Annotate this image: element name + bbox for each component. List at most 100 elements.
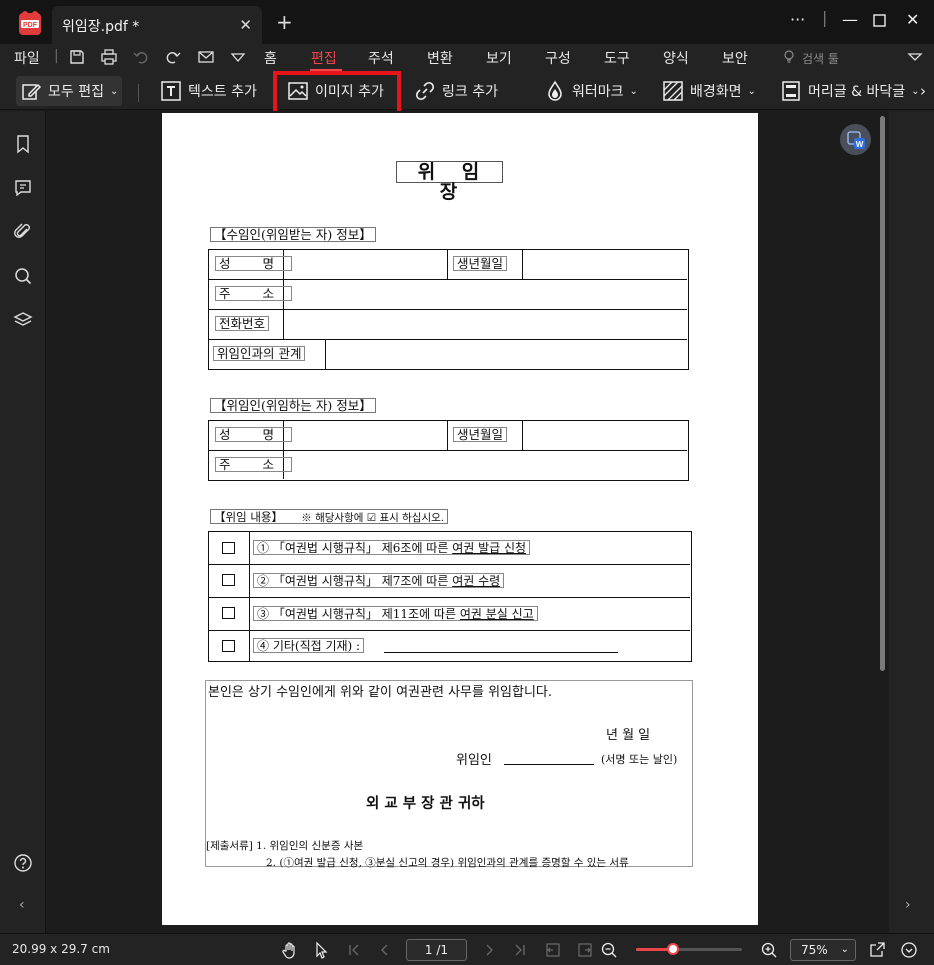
menu-edit[interactable]: 편집 <box>311 48 337 68</box>
menu-organize[interactable]: 구성 <box>545 48 571 68</box>
first-page-icon[interactable] <box>345 941 363 959</box>
document-title: 위 임 장 <box>396 161 503 202</box>
watermark-chevron-icon: ⌄ <box>629 85 638 97</box>
menu-tools[interactable]: 도구 <box>604 48 630 68</box>
convert-to-word-icon[interactable]: W <box>840 124 871 155</box>
minimize-button[interactable]: — <box>842 10 858 29</box>
edit-toolbar: 모두 편집 ⌄ 텍스트 추가 이미지 추가 링크 추가 워터마크 ⌄ 배경화면 ⌄ 머… <box>0 72 934 110</box>
open-external-icon[interactable] <box>868 941 886 959</box>
next-view-icon[interactable] <box>576 941 594 959</box>
agent-name-label: 성 명 <box>215 256 292 271</box>
menu-file[interactable]: 파일 <box>14 48 40 68</box>
agent-address-label: 주 소 <box>215 286 292 301</box>
document-tab[interactable]: 위임장.pdf * ✕ <box>52 6 262 44</box>
left-sidebar: ‹ <box>0 111 46 933</box>
page-number-input[interactable]: 1 /1 <box>406 939 467 961</box>
maximize-button[interactable] <box>873 14 886 27</box>
option-3-checkbox[interactable] <box>222 607 235 619</box>
signature-note: (서명 또는 날인) <box>601 753 678 766</box>
bookmark-icon[interactable] <box>13 134 33 154</box>
add-link-button[interactable]: 링크 추가 <box>414 76 498 106</box>
zoom-level-select[interactable]: 75% ⌄ <box>790 939 856 961</box>
select-tool-icon[interactable] <box>313 941 331 959</box>
date-line: 년 월 일 <box>606 728 651 743</box>
undo-icon[interactable] <box>132 48 150 66</box>
menu-divider: | <box>54 48 59 64</box>
search-tools-input[interactable]: 검색 툴 <box>802 50 839 67</box>
principal-name-label: 성 명 <box>215 427 292 442</box>
add-text-label: 텍스트 추가 <box>188 84 257 100</box>
close-window-button[interactable]: ✕ <box>906 10 919 29</box>
menu-security[interactable]: 보안 <box>722 48 748 68</box>
help-icon[interactable] <box>13 853 33 873</box>
zoom-slider-handle[interactable] <box>667 943 680 955</box>
collapse-ribbon-icon[interactable] <box>906 48 924 66</box>
save-icon[interactable] <box>68 48 86 66</box>
lightbulb-icon <box>784 50 794 63</box>
zoom-in-icon[interactable] <box>760 941 778 959</box>
new-tab-button[interactable]: + <box>276 10 293 34</box>
collapse-sidebar-icon[interactable]: ‹ <box>19 897 25 913</box>
attachment-1: [제출서류] 1. 위임인의 신분증 사본 <box>206 840 364 852</box>
menu-home[interactable]: 홈 <box>264 48 277 68</box>
option-2-checkbox[interactable] <box>222 574 235 586</box>
title-bar: PDF 위임장.pdf * ✕ + ··· | — ✕ <box>0 0 934 44</box>
pdf-page[interactable]: 위 임 장 【수임인(위임받는 자) 정보】 성 명 생년월일 주 소 전화번호… <box>162 113 758 925</box>
redo-icon[interactable] <box>164 48 182 66</box>
print-icon[interactable] <box>100 48 118 66</box>
section-content-title: 【위임 내용】 <box>214 510 283 524</box>
add-text-button[interactable]: 텍스트 추가 <box>160 76 257 106</box>
view-options-icon[interactable] <box>900 941 918 959</box>
zoom-slider[interactable] <box>636 943 742 955</box>
header-footer-button[interactable]: 머리글 & 바닥글 ⌄ <box>780 76 920 106</box>
principal-address-label: 주 소 <box>215 457 292 472</box>
option-1-checkbox[interactable] <box>222 542 235 554</box>
edit-all-chevron-icon: ⌄ <box>109 85 119 97</box>
principal-birth-label: 생년월일 <box>453 427 508 442</box>
agent-birth-label: 생년월일 <box>453 256 508 271</box>
background-label: 배경화면 <box>690 84 742 100</box>
menu-comment[interactable]: 주석 <box>368 48 394 68</box>
watermark-button[interactable]: 워터마크 ⌄ <box>544 76 638 106</box>
tab-close-icon[interactable]: ✕ <box>239 16 252 34</box>
section-agent-heading: 【수임인(위임받는 자) 정보】 <box>210 227 376 242</box>
more-options-icon[interactable]: ··· <box>790 10 805 29</box>
comment-icon[interactable] <box>13 178 33 198</box>
edit-all-button[interactable]: 모두 편집 ⌄ <box>16 76 123 106</box>
option-3-text: ③ 「여권법 시행규칙」 제11조에 따른 여권 분실 신고 <box>253 606 538 621</box>
last-page-icon[interactable] <box>511 941 529 959</box>
zoom-level-value: 75% <box>801 943 828 957</box>
option-4-checkbox[interactable] <box>222 640 235 652</box>
menu-form[interactable]: 양식 <box>663 48 689 68</box>
hand-tool-icon[interactable] <box>281 941 299 959</box>
header-footer-chevron-icon: ⌄ <box>911 85 920 97</box>
edit-all-icon <box>22 83 42 100</box>
add-link-label: 링크 추가 <box>442 84 498 100</box>
toolbar-divider <box>138 84 139 102</box>
tab-title: 위임장.pdf * <box>62 19 140 35</box>
status-bar: 20.99 x 29.7 cm 1 /1 75% ⌄ <box>0 933 934 965</box>
zoom-out-icon[interactable] <box>600 941 618 959</box>
menu-convert[interactable]: 변환 <box>427 48 453 68</box>
vertical-scrollbar[interactable] <box>880 116 885 671</box>
previous-view-icon[interactable] <box>544 941 562 959</box>
agent-relation-label: 위임인과의 관계 <box>213 346 306 361</box>
attachment-icon[interactable] <box>13 222 33 242</box>
menu-bar: 파일 | 홈 편집 주석 변환 보기 구성 도구 양식 보안 검색 툴 <box>0 44 934 72</box>
section-principal-heading: 【위임인(위임하는 자) 정보】 <box>210 398 376 413</box>
menu-view[interactable]: 보기 <box>486 48 512 68</box>
section-content-note: ※ 해당사항에 ☑ 표시 하십시오. <box>301 512 445 524</box>
search-icon[interactable] <box>13 266 33 286</box>
previous-page-icon[interactable] <box>376 941 394 959</box>
expand-right-panel-icon[interactable]: › <box>905 897 911 913</box>
delegation-options-table: ① 「여권법 시행규칙」 제6조에 따른 여권 발급 신청 ② 「여권법 시행규… <box>208 531 692 662</box>
option-1-text: ① 「여권법 시행규칙」 제6조에 따른 여권 발급 신청 <box>253 540 531 555</box>
toolbar-scroll-right-icon[interactable]: › <box>920 76 926 106</box>
addressee: 외 교 부 장 관 귀하 <box>366 795 485 812</box>
quick-access-dropdown-icon[interactable] <box>229 48 247 66</box>
next-page-icon[interactable] <box>480 941 498 959</box>
mail-icon[interactable] <box>197 48 215 66</box>
background-button[interactable]: 배경화면 ⌄ <box>662 76 756 106</box>
signature-line <box>504 764 594 765</box>
layers-icon[interactable] <box>13 310 33 330</box>
